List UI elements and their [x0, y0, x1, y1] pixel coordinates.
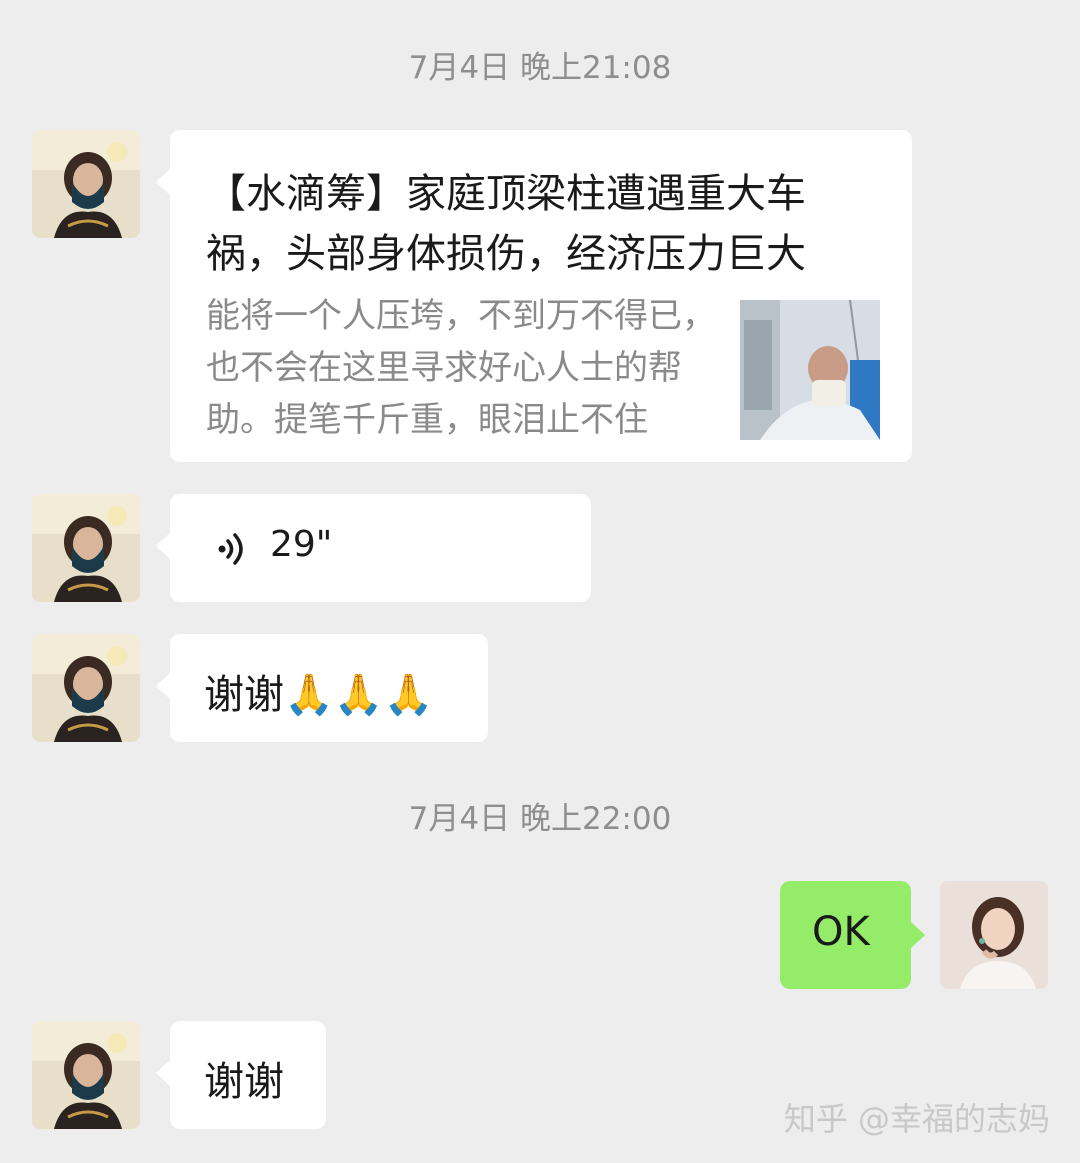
message-text: 谢谢🙏🙏🙏 — [204, 672, 434, 718]
voice-wave-icon — [216, 532, 248, 570]
contact-avatar[interactable] — [32, 130, 140, 238]
pray-emoji: 🙏🙏🙏 — [284, 672, 434, 718]
contact-avatar[interactable] — [32, 634, 140, 742]
text-message-bubble[interactable]: 谢谢🙏🙏🙏 — [156, 634, 488, 742]
link-card-title: 【水滴筹】家庭顶梁柱遭遇重大车祸，头部身体损伤，经济压力巨大 — [206, 171, 806, 277]
link-card-thumbnail — [740, 300, 880, 440]
voice-duration: 29" — [270, 524, 333, 565]
message-text: OK — [812, 909, 870, 955]
link-card-description: 能将一个人压垮，不到万不得已，也不会在这里寻求好心人士的帮助。提笔千斤重，眼泪止… — [206, 296, 716, 440]
text-message-bubble[interactable]: 谢谢 — [156, 1021, 326, 1129]
contact-avatar[interactable] — [32, 494, 140, 602]
message-text: 谢谢 — [204, 1059, 284, 1105]
link-card-bubble[interactable]: 【水滴筹】家庭顶梁柱遭遇重大车祸，头部身体损伤，经济压力巨大 能将一个人压垮，不… — [156, 130, 912, 462]
contact-avatar[interactable] — [32, 1021, 140, 1129]
zhihu-watermark: 知乎 @幸福的志妈 — [783, 1100, 1050, 1138]
timestamp: 7月4日 晚上21:08 — [408, 50, 672, 86]
voice-message-bubble[interactable]: 29" — [156, 494, 591, 602]
my-avatar[interactable] — [940, 881, 1048, 989]
outgoing-message-bubble[interactable]: OK — [780, 881, 925, 989]
timestamp: 7月4日 晚上22:00 — [408, 801, 672, 837]
